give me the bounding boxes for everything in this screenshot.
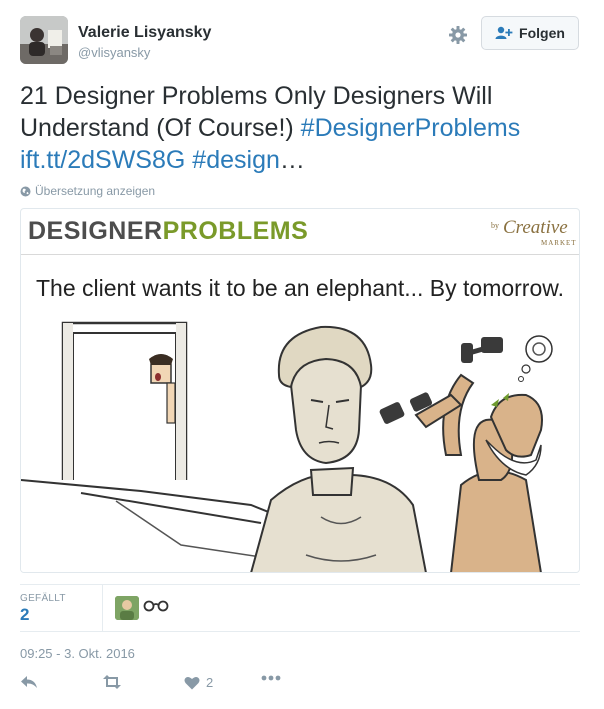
brand-bar: DESIGNERPROBLEMS by Creative MARKET [21, 209, 579, 255]
brand-title-part1: DESIGNER [28, 217, 163, 245]
tweet-timestamp[interactable]: 09:25 - 3. Okt. 2016 [20, 646, 135, 661]
tweet-link[interactable]: ift.tt/2dSWS8G [20, 146, 185, 174]
tweet-text: 21 Designer Problems Only Designers Will… [20, 80, 580, 176]
stats-separator [102, 584, 103, 631]
reply-icon [21, 676, 37, 688]
liker-avatar-photo [115, 596, 139, 620]
like-button[interactable]: 2 [184, 675, 213, 690]
follow-button[interactable]: Folgen [481, 16, 579, 50]
comic-caption: The client wants it to be an elephant...… [35, 275, 564, 301]
stats-divider-bottom [20, 631, 580, 632]
add-user-icon [495, 26, 513, 39]
likes-count[interactable]: 2 [20, 605, 29, 625]
translate-label: Übersetzung anzeigen [35, 184, 156, 198]
comic-illustration [21, 255, 579, 572]
brand-title-part2: PROBLEMS [162, 217, 309, 245]
glasses-icon[interactable] [143, 599, 169, 613]
stats-divider-top [20, 584, 580, 585]
follow-label: Folgen [519, 25, 565, 41]
avatar-photo [20, 16, 68, 64]
gear-icon[interactable] [447, 24, 469, 46]
likes-label: GEFÄLLT [20, 593, 66, 604]
reply-button[interactable] [20, 675, 38, 689]
hashtag-design[interactable]: #design [192, 146, 280, 174]
more-icon [261, 675, 281, 681]
user-name[interactable]: Valerie Lisyansky [78, 24, 211, 42]
retweet-icon [103, 675, 121, 689]
like-count: 2 [206, 675, 214, 690]
retweet-button[interactable] [102, 675, 122, 689]
user-handle[interactable]: @vlisyansky [78, 45, 150, 60]
globe-icon [20, 186, 31, 196]
translate-link[interactable]: Übersetzung anzeigen [20, 184, 155, 198]
brand-title: DESIGNERPROBLEMS [28, 217, 308, 246]
user-avatar[interactable] [20, 16, 68, 64]
hashtag-designerproblems[interactable]: #DesignerProblems [301, 114, 521, 142]
tweet-media-card[interactable]: DESIGNERPROBLEMS by Creative MARKET The … [20, 208, 580, 573]
tweet-ellipsis: … [279, 146, 305, 174]
more-button[interactable] [261, 675, 281, 681]
liker-avatar[interactable] [115, 596, 139, 620]
heart-icon [184, 676, 200, 689]
